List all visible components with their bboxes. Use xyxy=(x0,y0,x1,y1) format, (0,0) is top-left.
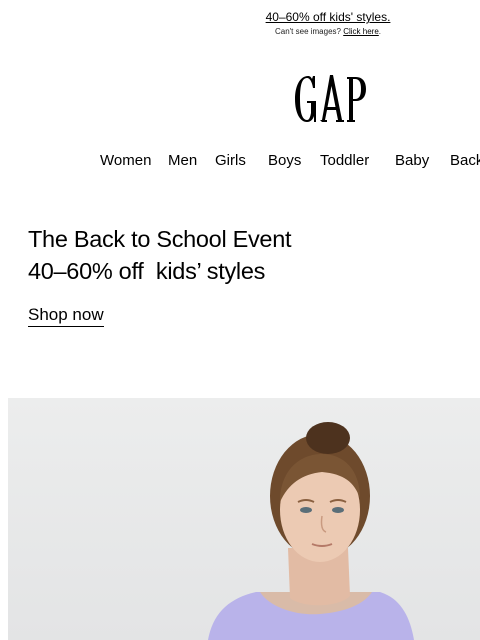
promo-headline: The Back to School Event 40–60% off kids… xyxy=(28,223,292,287)
nav-item-women[interactable]: Women xyxy=(100,152,151,169)
cant-see-images-text: Can't see images? xyxy=(274,27,341,36)
gap-logo[interactable] xyxy=(292,70,368,128)
nav-item-men[interactable]: Men xyxy=(168,152,197,169)
hero-girl-illustration xyxy=(208,422,414,640)
shop-now-link[interactable]: Shop now xyxy=(28,305,104,327)
gap-logo-mark xyxy=(295,75,366,122)
nav-item-boys[interactable]: Boys xyxy=(268,152,301,169)
headline-line-1: The Back to School Event xyxy=(28,226,292,252)
promo-link[interactable]: 40–60% off kids' styles. xyxy=(176,10,480,25)
nav-item-baby[interactable]: Baby xyxy=(395,152,429,169)
hero-image[interactable] xyxy=(8,398,480,640)
nav-item-girls[interactable]: Girls xyxy=(215,152,246,169)
headline-line-2: 40–60% off kids’ styles xyxy=(28,258,266,284)
cant-see-images-line: Can't see images? Click here. xyxy=(274,27,382,36)
preheader: 40–60% off kids' styles. Can't see image… xyxy=(176,10,480,37)
category-nav: Women Men Girls Boys Toddler Baby Back xyxy=(0,152,480,172)
click-here-link[interactable]: Click here xyxy=(343,27,379,36)
nav-item-toddler[interactable]: Toddler xyxy=(320,152,369,169)
nav-item-back[interactable]: Back xyxy=(450,152,480,169)
